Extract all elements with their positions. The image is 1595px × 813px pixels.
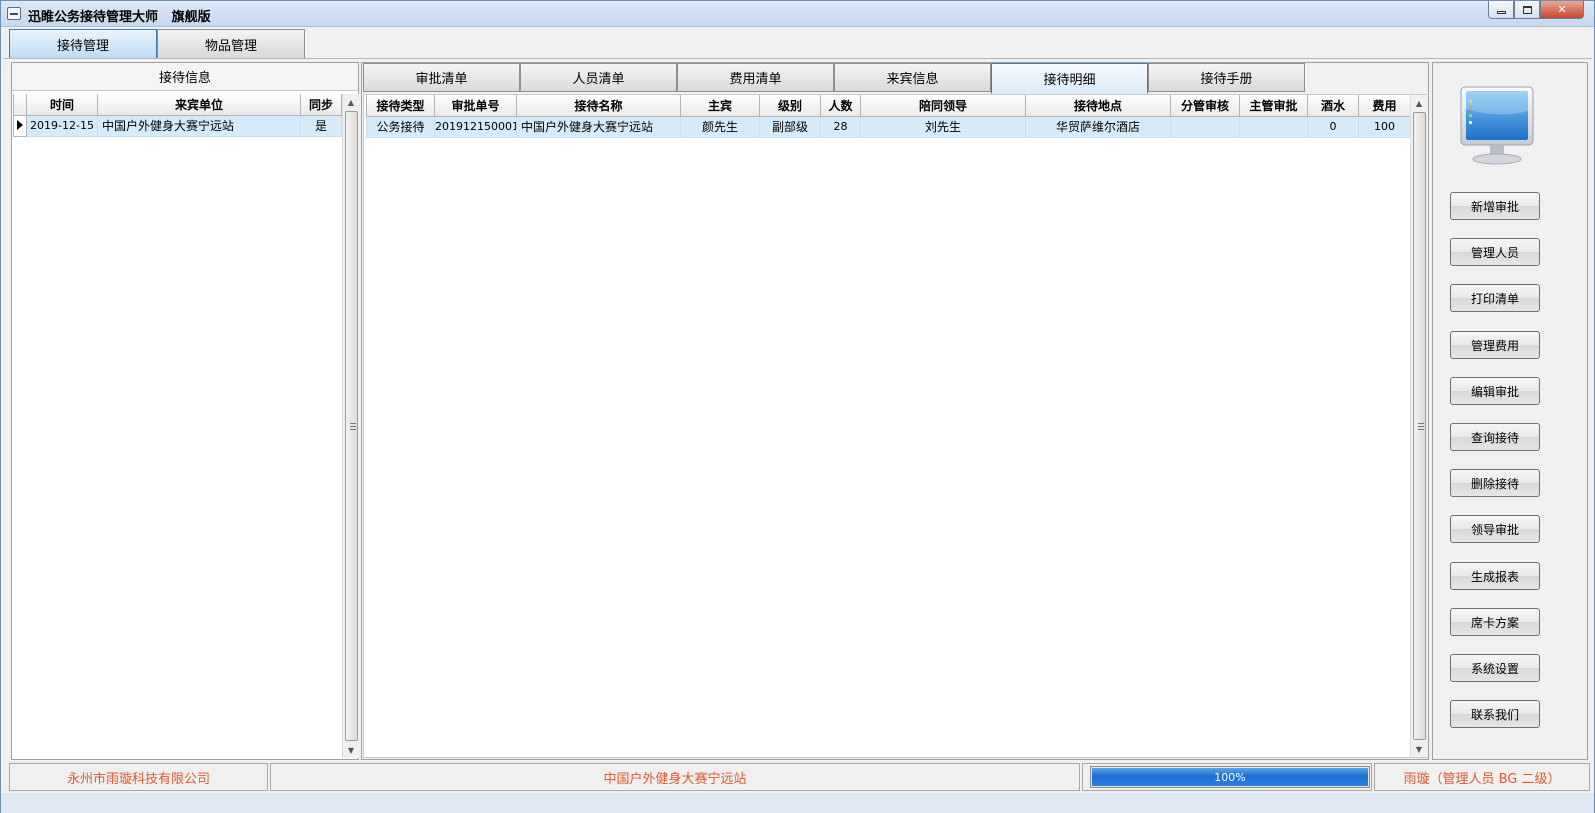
- tab-guest-info[interactable]: 来宾信息: [834, 63, 991, 92]
- column-header-name[interactable]: 接待名称: [516, 95, 681, 117]
- reception-list-grid: 时间 来宾单位 同步 2019-12-15 中国户外健身大赛宁远站 是: [13, 94, 342, 758]
- column-header-approval-no[interactable]: 审批单号: [434, 95, 517, 117]
- grip-icon: [1418, 423, 1424, 430]
- action-panel: 新增审批 管理人员 打印清单 管理费用 编辑审批 查询接待 删除接待 领导审批 …: [1432, 62, 1588, 760]
- minimize-button[interactable]: [1488, 1, 1514, 19]
- column-header-sync[interactable]: 同步: [300, 94, 342, 116]
- column-header-location[interactable]: 接待地点: [1025, 95, 1171, 117]
- current-row-arrow-icon: [17, 119, 23, 130]
- system-menu-icon[interactable]: [7, 7, 21, 20]
- grip-icon: [350, 423, 356, 430]
- table-row[interactable]: 公务接待 201912150001 中国户外健身大赛宁远站 颜先生 副部级 28…: [366, 115, 1411, 138]
- title-bar: 迅睢公务接待管理大师 旗舰版 ✕: [1, 1, 1594, 27]
- leader-approval-button[interactable]: 领导审批: [1450, 515, 1540, 543]
- column-header-director-approval[interactable]: 主管审批: [1239, 95, 1308, 117]
- window-controls: ✕: [1488, 1, 1584, 19]
- tab-approval-list[interactable]: 审批清单: [363, 63, 520, 92]
- cell-time[interactable]: 2019-12-15: [26, 114, 98, 137]
- reception-detail-grid: 接待类型 审批单号 接待名称 主宾 级别 人数 陪同领导 接待地点 分管审核 主…: [366, 95, 1411, 757]
- tab-reception-handbook[interactable]: 接待手册: [1148, 63, 1305, 92]
- tab-personnel-list[interactable]: 人员清单: [520, 63, 677, 92]
- close-icon: ✕: [1557, 3, 1567, 16]
- scroll-up-icon[interactable]: ▲: [1411, 95, 1427, 111]
- detail-vertical-scrollbar[interactable]: ▲ ▼: [1410, 95, 1427, 757]
- cell-sync[interactable]: 是: [300, 114, 342, 137]
- edit-approval-button[interactable]: 编辑审批: [1450, 377, 1540, 405]
- tab-goods-management[interactable]: 物品管理: [157, 29, 305, 58]
- cell-unit[interactable]: 中国户外健身大赛宁远站: [97, 114, 301, 137]
- new-approval-button[interactable]: 新增审批: [1450, 192, 1540, 220]
- scroll-up-icon[interactable]: ▲: [343, 94, 359, 110]
- detail-tabs: 审批清单 人员清单 费用清单 来宾信息 接待明细 接待手册: [363, 63, 1305, 94]
- status-bar: 永州市雨璇科技有限公司 中国户外健身大赛宁远站 100% 雨璇（管理人员 BG …: [9, 763, 1590, 791]
- column-header-unit[interactable]: 来宾单位: [97, 94, 301, 116]
- reception-info-header: 接待信息: [12, 63, 358, 91]
- column-header-count[interactable]: 人数: [820, 95, 861, 117]
- generate-report-button[interactable]: 生成报表: [1450, 562, 1540, 590]
- contact-us-button[interactable]: 联系我们: [1450, 700, 1540, 728]
- detail-grid-frame: 接待类型 审批单号 接待名称 主宾 级别 人数 陪同领导 接待地点 分管审核 主…: [363, 94, 1427, 758]
- cell-cost[interactable]: 100: [1358, 115, 1411, 138]
- cell-division-review[interactable]: [1170, 115, 1240, 138]
- cell-director-approval[interactable]: [1239, 115, 1308, 138]
- column-header-main-guest[interactable]: 主宾: [680, 95, 760, 117]
- tab-divider: [3, 58, 1592, 59]
- column-header-time[interactable]: 时间: [26, 94, 98, 116]
- print-list-button[interactable]: 打印清单: [1450, 284, 1540, 312]
- column-header-drinks[interactable]: 酒水: [1307, 95, 1359, 117]
- detail-panel: 审批清单 人员清单 费用清单 来宾信息 接待明细 接待手册 接待类型 审批单号: [361, 62, 1429, 760]
- cell-main-guest[interactable]: 颜先生: [680, 115, 760, 138]
- column-header-division-review[interactable]: 分管审核: [1170, 95, 1240, 117]
- window-bottom-edge: [1, 793, 1594, 813]
- maximize-icon: [1522, 5, 1532, 14]
- scroll-down-icon[interactable]: ▼: [343, 742, 359, 758]
- cell-count[interactable]: 28: [820, 115, 861, 138]
- seat-card-plan-button[interactable]: 席卡方案: [1450, 608, 1540, 636]
- column-header-cost[interactable]: 费用: [1358, 95, 1411, 117]
- row-indicator[interactable]: [13, 114, 27, 137]
- cell-accompanying-leader[interactable]: 刘先生: [860, 115, 1026, 138]
- status-current-unit: 中国户外健身大赛宁远站: [270, 763, 1080, 791]
- column-header-level[interactable]: 级别: [759, 95, 821, 117]
- grid-header-row: 时间 来宾单位 同步: [13, 94, 342, 116]
- app-window: 迅睢公务接待管理大师 旗舰版 ✕ 接待管理 物品管理 接待信息 时间 来宾单位 …: [0, 0, 1595, 813]
- status-company: 永州市雨璇科技有限公司: [9, 763, 268, 791]
- left-vertical-scrollbar[interactable]: ▲ ▼: [342, 94, 359, 758]
- scroll-thumb[interactable]: [1413, 112, 1426, 740]
- cell-approval-no[interactable]: 201912150001: [434, 115, 517, 138]
- scroll-down-icon[interactable]: ▼: [1411, 741, 1427, 757]
- tab-reception-detail[interactable]: 接待明细: [991, 63, 1148, 94]
- reception-info-panel: 接待信息 时间 来宾单位 同步 2019-12-15 中国户外健身大赛宁远站 是: [11, 62, 359, 760]
- manage-expenses-button[interactable]: 管理费用: [1450, 331, 1540, 359]
- status-user-info: 雨璇（管理人员 BG 二级）: [1374, 763, 1590, 791]
- grid-header-row: 接待类型 审批单号 接待名称 主宾 级别 人数 陪同领导 接待地点 分管审核 主…: [366, 95, 1411, 117]
- manage-personnel-button[interactable]: 管理人员: [1450, 238, 1540, 266]
- cell-type[interactable]: 公务接待: [366, 115, 435, 138]
- delete-reception-button[interactable]: 删除接待: [1450, 469, 1540, 497]
- query-reception-button[interactable]: 查询接待: [1450, 423, 1540, 451]
- column-header-accompanying-leader[interactable]: 陪同领导: [860, 95, 1026, 117]
- grid-corner: [13, 94, 27, 116]
- system-settings-button[interactable]: 系统设置: [1450, 654, 1540, 682]
- main-tabs: 接待管理 物品管理: [9, 29, 305, 59]
- tab-reception-management[interactable]: 接待管理: [9, 29, 157, 58]
- minimize-icon: [1496, 11, 1506, 14]
- cell-level[interactable]: 副部级: [759, 115, 821, 138]
- monitor-icon: [1460, 86, 1534, 165]
- window-title: 迅睢公务接待管理大师 旗舰版: [28, 10, 211, 25]
- progress-bar: 100%: [1090, 766, 1370, 788]
- tab-expense-list[interactable]: 费用清单: [677, 63, 834, 92]
- cell-location[interactable]: 华贸萨维尔酒店: [1025, 115, 1171, 138]
- cell-drinks[interactable]: 0: [1307, 115, 1359, 138]
- progress-fill: 100%: [1092, 768, 1368, 786]
- maximize-button[interactable]: [1514, 1, 1540, 19]
- cell-name[interactable]: 中国户外健身大赛宁远站: [516, 115, 681, 138]
- table-row[interactable]: 2019-12-15 中国户外健身大赛宁远站 是: [13, 114, 342, 137]
- close-button[interactable]: ✕: [1540, 1, 1584, 19]
- scroll-thumb[interactable]: [345, 111, 358, 741]
- column-header-type[interactable]: 接待类型: [366, 95, 435, 117]
